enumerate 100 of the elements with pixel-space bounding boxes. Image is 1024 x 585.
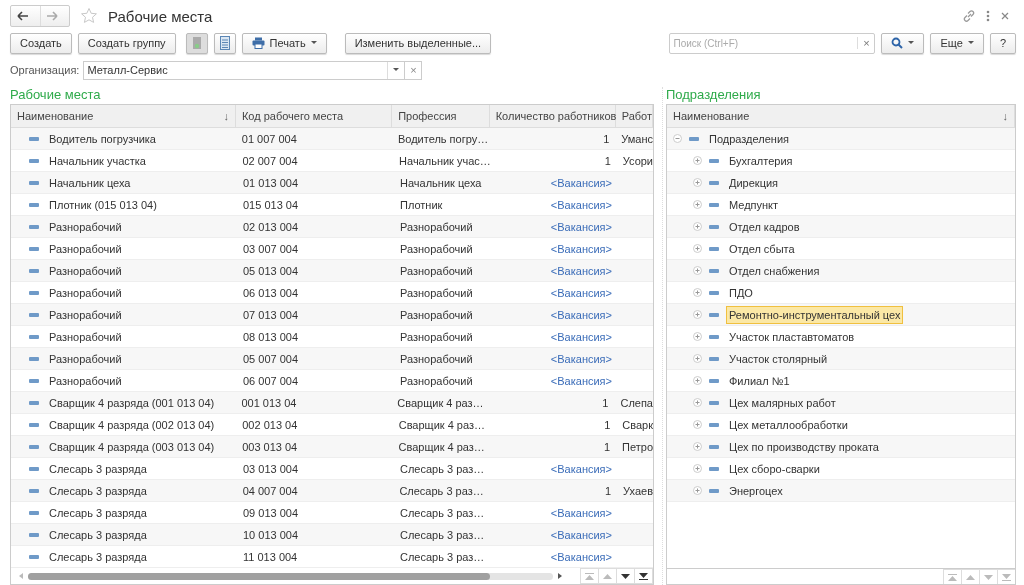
vacancy-link[interactable]: <Вакансия> (550, 462, 612, 475)
vacancy-link[interactable]: <Вакансия> (550, 286, 612, 299)
search-icon (891, 37, 904, 49)
help-button[interactable]: ? (989, 32, 1016, 54)
vacancy-link[interactable]: <Вакансия> (550, 176, 612, 189)
table-cell-text: Разнорабочий (399, 285, 474, 301)
expand-icon[interactable] (693, 354, 702, 363)
scroll-down-button[interactable] (617, 568, 635, 584)
table-cell: Сварщик 4 разряда (002 013 04) (11, 414, 237, 435)
scroll-first-button[interactable] (943, 569, 962, 584)
expand-icon[interactable] (693, 420, 702, 429)
table-cell-text: 06 007 004 (242, 373, 300, 389)
table-cell-text: 01 007 004 (240, 131, 298, 147)
vacancy-link[interactable]: <Вакансия> (550, 506, 612, 519)
star-icon[interactable] (80, 7, 98, 25)
scroll-left-icon[interactable] (19, 573, 24, 579)
clear-button[interactable]: × (404, 60, 423, 80)
expand-icon[interactable] (693, 486, 702, 495)
tree-item[interactable]: Отдел сбыта (726, 239, 798, 258)
expand-icon[interactable] (693, 266, 702, 275)
toolbar-button[interactable]: Создать группу (77, 32, 176, 54)
arrow-down-icon (1002, 573, 1011, 581)
table-cell-text: 05 013 004 (242, 263, 300, 279)
scrollbar-thumb[interactable] (28, 572, 490, 580)
column-header[interactable]: Наименование ↓ (667, 105, 1015, 127)
toolbar-button[interactable]: Создать (10, 32, 72, 54)
vacancy-link[interactable]: <Вакансия> (550, 264, 612, 277)
table-cell: Разнорабочий (11, 304, 237, 325)
table-cell: Разнорабочий (11, 238, 237, 259)
tree-item[interactable]: Дирекция (726, 173, 782, 192)
expand-icon[interactable] (693, 442, 702, 451)
scroll-last-button[interactable] (635, 568, 653, 584)
caret-icon (967, 41, 974, 45)
expand-icon[interactable] (693, 244, 702, 253)
item-icon (29, 180, 39, 185)
clear-button[interactable]: × (857, 37, 875, 49)
table-cell-text: 1 (602, 131, 611, 147)
column-header[interactable]: Работ (615, 105, 653, 127)
table-cell-text: 11 013 004 (242, 549, 299, 565)
organization-field[interactable]: Металл-Сервис (83, 60, 406, 80)
column-header[interactable]: Наименование ↓ (11, 105, 236, 127)
expand-icon[interactable] (693, 332, 702, 341)
item-icon (29, 378, 39, 383)
vacancy-link[interactable]: <Вакансия> (550, 330, 612, 343)
vacancy-link[interactable]: <Вакансия> (550, 220, 612, 233)
vacancy-link[interactable]: <Вакансия> (550, 352, 612, 365)
table-cell-text: Разнорабочий (399, 241, 474, 257)
table-cell: Слесарь 3 разряда (11, 524, 237, 545)
close-icon[interactable] (1000, 11, 1010, 21)
scroll-first-button[interactable] (580, 568, 599, 584)
vacancy-link[interactable]: <Вакансия> (550, 374, 612, 387)
expand-icon[interactable] (693, 156, 702, 165)
collapse-icon[interactable] (673, 134, 682, 143)
tree-item[interactable]: Бухгалтерия (726, 151, 796, 170)
item-icon (29, 334, 39, 339)
scroll-up-button[interactable] (962, 569, 980, 584)
tree-item[interactable]: Цех сборо-сварки (726, 459, 823, 478)
tree-item[interactable]: Участок пластавтоматов (726, 327, 858, 346)
expand-icon[interactable] (693, 200, 702, 209)
document-icon (191, 36, 202, 50)
vacancy-link[interactable]: <Вакансия> (550, 550, 612, 563)
vacancy-link[interactable]: <Вакансия> (550, 242, 612, 255)
print-button[interactable]: Печать (241, 32, 327, 54)
expand-icon[interactable] (693, 310, 702, 319)
table-cell-text: 04 007 004 (241, 483, 299, 499)
vacancy-link[interactable]: <Вакансия> (550, 528, 612, 541)
column-header[interactable]: Профессия (392, 105, 490, 127)
table-cell-text: 015 013 04 (242, 197, 300, 213)
vacancy-link[interactable]: <Вакансия> (550, 308, 612, 321)
vacancy-link[interactable]: <Вакансия> (550, 198, 612, 211)
more-icon[interactable] (986, 10, 990, 22)
tree-item[interactable]: Ремонтно-инструментальный цех (726, 305, 904, 324)
more-button[interactable]: Еще (930, 32, 984, 54)
table-cell-text: Усори (621, 153, 653, 169)
table-cell-text: 10 013 004 (242, 527, 300, 543)
tree-item[interactable]: Отдел кадров (726, 217, 803, 236)
search-button[interactable] (881, 32, 925, 54)
link-icon[interactable] (962, 9, 976, 23)
list-button[interactable] (213, 32, 236, 54)
search-field[interactable]: Поиск (Ctrl+F) × (669, 32, 876, 54)
tree-item[interactable]: Энергоцех (726, 481, 786, 500)
tree-item[interactable]: Медпункт (726, 195, 782, 214)
tree-item[interactable]: ПДО (726, 283, 756, 302)
expand-icon[interactable] (693, 178, 702, 187)
column-header[interactable]: Количество работников (489, 105, 616, 127)
tree-item[interactable]: Филиал №1 (726, 371, 793, 390)
tree-item[interactable]: Цех металлообработки (726, 415, 851, 434)
expand-icon[interactable] (693, 288, 702, 297)
expand-icon[interactable] (693, 398, 702, 407)
column-header[interactable]: Код рабочего места (235, 105, 393, 127)
table-cell-text: Разнорабочий (399, 351, 474, 367)
toolbar-button[interactable]: Изменить выделенные... (344, 32, 492, 54)
expand-icon[interactable] (693, 464, 702, 473)
scroll-right-icon[interactable] (557, 573, 562, 579)
table-cell: Начальник участка (11, 150, 237, 171)
expand-icon[interactable] (693, 376, 702, 385)
item-icon (29, 532, 39, 537)
item-icon (29, 224, 39, 229)
arrow-right-icon (46, 11, 58, 21)
expand-icon[interactable] (693, 222, 702, 231)
